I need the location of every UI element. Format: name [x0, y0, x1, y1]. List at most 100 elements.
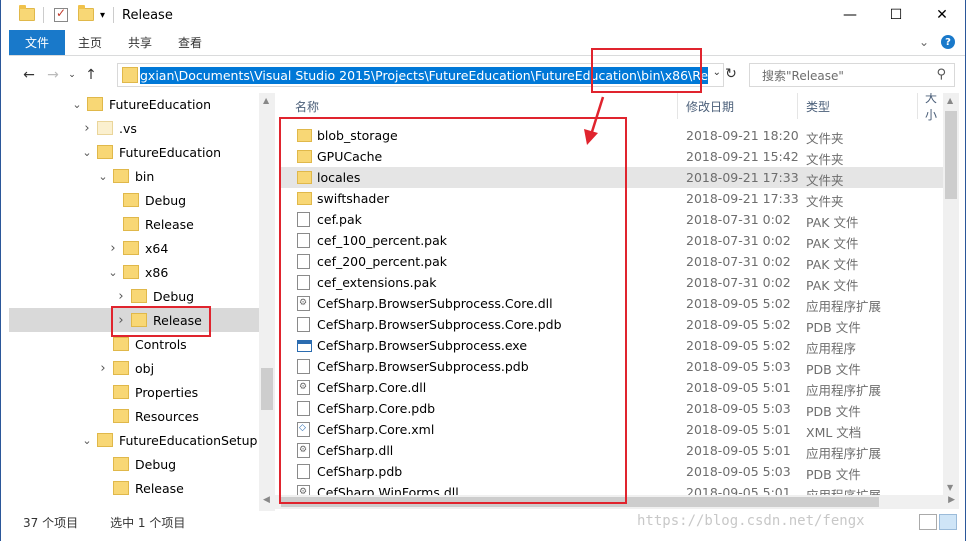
file-type: 文件夹	[806, 152, 844, 167]
tree-item[interactable]: ⌄ bin	[9, 164, 259, 188]
tree-item[interactable]: › obj	[9, 356, 259, 380]
expand-ribbon-icon[interactable]: ⌄	[919, 35, 929, 49]
file-date: 2018-09-05 5:02	[686, 338, 791, 353]
tree-item[interactable]: Release	[9, 476, 259, 500]
scroll-right-icon[interactable]: ▶	[948, 495, 955, 505]
tab-view[interactable]: 查看	[165, 30, 215, 55]
chevron-right-icon[interactable]: ›	[81, 121, 93, 136]
chevron-down-icon[interactable]: ⌄	[71, 98, 83, 111]
navigation-pane-scrollbar[interactable]: ▲ ▼	[259, 93, 275, 511]
column-date[interactable]: 修改日期	[686, 93, 734, 119]
close-button[interactable]: ✕	[919, 0, 965, 30]
file-date: 2018-09-21 18:20	[686, 128, 799, 143]
tree-item[interactable]: Resources	[9, 404, 259, 428]
address-dropdown-icon[interactable]: ⌄	[713, 67, 721, 78]
file-date: 2018-09-05 5:01	[686, 380, 791, 395]
file-type: PAK 文件	[806, 215, 859, 230]
tree-item[interactable]: ⌄ FutureEducation	[9, 140, 259, 164]
chevron-down-icon[interactable]: ⌄	[81, 434, 93, 447]
tree-item[interactable]: Release	[9, 212, 259, 236]
new-folder-icon[interactable]	[78, 5, 94, 22]
minimize-button[interactable]: —	[827, 0, 873, 30]
folder-icon	[87, 97, 103, 111]
annotation-box-path	[591, 48, 702, 93]
chevron-right-icon[interactable]: ›	[97, 361, 109, 376]
scroll-left-icon[interactable]: ◀	[263, 495, 270, 505]
file-date: 2018-09-05 5:01	[686, 422, 791, 437]
tree-item[interactable]: ⌄ FutureEducation	[9, 93, 259, 116]
tree-item-label: Properties	[135, 384, 199, 400]
tree-item[interactable]: ⌄ FutureEducationSetup	[9, 428, 259, 452]
annotation-arrow	[584, 96, 605, 145]
large-icons-view-button[interactable]	[939, 514, 957, 530]
scroll-up-icon[interactable]: ▲	[947, 96, 953, 105]
tree-item[interactable]: Debug	[9, 188, 259, 212]
folder-icon	[97, 145, 113, 159]
refresh-icon[interactable]: ↻	[721, 66, 741, 86]
column-divider[interactable]	[917, 93, 918, 119]
column-divider[interactable]	[797, 93, 798, 119]
folder-icon	[113, 169, 129, 183]
tab-home[interactable]: 主页	[65, 30, 115, 55]
title-bar: ▾ Release — ☐ ✕	[9, 0, 965, 30]
customize-quick-access-icon[interactable]: ▾	[100, 10, 105, 21]
tree-item[interactable]: Debug	[9, 452, 259, 476]
folder-icon	[113, 337, 129, 351]
file-list-scrollbar[interactable]: ▲ ▼	[943, 93, 959, 495]
column-divider[interactable]	[677, 93, 678, 119]
recent-locations-icon[interactable]: ⌄	[65, 70, 79, 80]
chevron-down-icon[interactable]: ⌄	[81, 146, 93, 159]
forward-button[interactable]: →	[41, 67, 65, 83]
navigation-pane: ⌄ FutureEducation › .vs ⌄ FutureEducation ⌄ bin…	[9, 93, 259, 511]
tree-item-label: bin	[135, 168, 155, 184]
column-type[interactable]: 类型	[806, 93, 830, 119]
column-name[interactable]: 名称	[295, 93, 319, 119]
title-separator	[113, 7, 115, 23]
tab-file[interactable]: 文件	[9, 30, 65, 55]
search-input[interactable]: 搜索"Release" ⚲	[749, 63, 955, 87]
scroll-down-icon[interactable]: ▼	[947, 483, 953, 492]
tree-item[interactable]: Properties	[9, 380, 259, 404]
chevron-right-icon[interactable]: ›	[115, 289, 127, 304]
folder-icon	[123, 193, 139, 207]
chevron-right-icon[interactable]: ›	[107, 241, 119, 256]
up-button[interactable]: ↑	[79, 67, 103, 83]
folder-icon	[113, 385, 129, 399]
tree-item-label: FutureEducation	[119, 144, 222, 160]
tab-share[interactable]: 共享	[115, 30, 165, 55]
scroll-up-icon[interactable]: ▲	[263, 96, 269, 105]
tree-item[interactable]: › .vs	[9, 116, 259, 140]
file-date: 2018-09-05 5:02	[686, 296, 791, 311]
file-list-scroll-thumb[interactable]	[945, 111, 957, 199]
file-type: 文件夹	[806, 131, 844, 146]
properties-icon[interactable]	[54, 6, 68, 22]
sort-ascending-icon: ⌃	[479, 93, 487, 99]
tree-item[interactable]: › x64	[9, 236, 259, 260]
folder-icon	[113, 481, 129, 495]
help-icon[interactable]: ?	[941, 35, 955, 49]
file-type: 应用程序	[806, 341, 857, 356]
back-button[interactable]: ←	[17, 67, 41, 83]
column-size[interactable]: 大小	[925, 93, 943, 122]
file-date: 2018-09-21 15:42	[686, 149, 799, 164]
file-date: 2018-09-05 5:03	[686, 464, 791, 479]
file-type: PAK 文件	[806, 278, 859, 293]
watermark: https://blog.csdn.net/fengx	[637, 513, 865, 529]
navigation-pane-scroll-thumb[interactable]	[261, 368, 273, 410]
tree-item[interactable]: ⌄ x86	[9, 260, 259, 284]
annotation-box-release-folder	[111, 306, 211, 337]
tree-item-label: Debug	[135, 456, 177, 472]
search-placeholder: 搜索"Release"	[762, 68, 844, 83]
tree-item-label: Debug	[145, 192, 187, 208]
chevron-down-icon[interactable]: ⌄	[107, 266, 119, 279]
file-type: 应用程序扩展	[806, 485, 881, 495]
details-view-button[interactable]	[919, 514, 937, 530]
search-icon[interactable]: ⚲	[936, 67, 946, 82]
maximize-button[interactable]: ☐	[873, 0, 919, 30]
file-type: PDB 文件	[806, 320, 861, 335]
tree-item-label: FutureEducation	[109, 96, 212, 112]
tree-item-label: Release	[145, 216, 194, 232]
folder-app-icon	[19, 5, 35, 22]
tree-item[interactable]: › Debug	[9, 284, 259, 308]
chevron-down-icon[interactable]: ⌄	[97, 170, 109, 183]
